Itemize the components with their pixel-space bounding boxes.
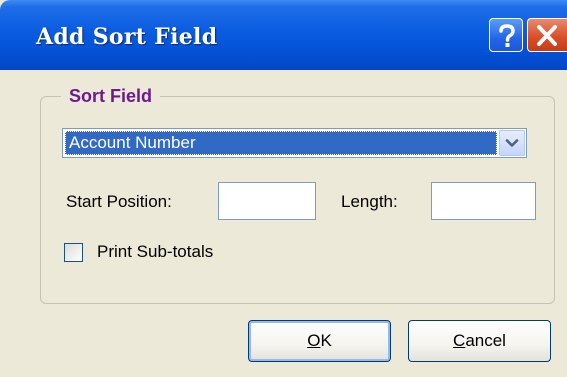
print-subtotals-checkbox[interactable] xyxy=(64,243,83,262)
ok-mnemonic: O xyxy=(307,331,321,350)
close-x-icon xyxy=(537,25,557,46)
help-question-icon xyxy=(499,24,515,47)
sort-field-select[interactable]: Account Number xyxy=(62,128,527,158)
chevron-down-icon xyxy=(505,139,519,147)
sort-field-group: Sort Field Account Number Start Position… xyxy=(40,85,555,304)
group-legend: Sort Field xyxy=(61,85,161,107)
ok-label-rest: K xyxy=(320,331,332,350)
close-button[interactable] xyxy=(527,18,567,52)
dialog-body: Sort Field Account Number Start Position… xyxy=(0,70,567,377)
cancel-mnemonic: C xyxy=(453,331,466,350)
start-position-label: Start Position: xyxy=(66,192,172,211)
length-input[interactable] xyxy=(431,182,536,220)
help-button[interactable] xyxy=(489,18,523,52)
cancel-label-rest: ancel xyxy=(465,331,506,350)
add-sort-field-dialog: Add Sort Field Sort Field Account Number xyxy=(0,0,567,377)
start-position-input[interactable] xyxy=(218,182,316,220)
dropdown-button[interactable] xyxy=(499,130,525,156)
ok-button[interactable]: OK xyxy=(248,320,391,362)
print-subtotals-label[interactable]: Print Sub-totals xyxy=(97,241,213,263)
title-bar[interactable]: Add Sort Field xyxy=(0,0,567,70)
dialog-title: Add Sort Field xyxy=(36,24,218,50)
length-label: Length: xyxy=(341,192,398,211)
cancel-button[interactable]: Cancel xyxy=(408,320,551,362)
sort-field-selected-value: Account Number xyxy=(65,131,497,155)
